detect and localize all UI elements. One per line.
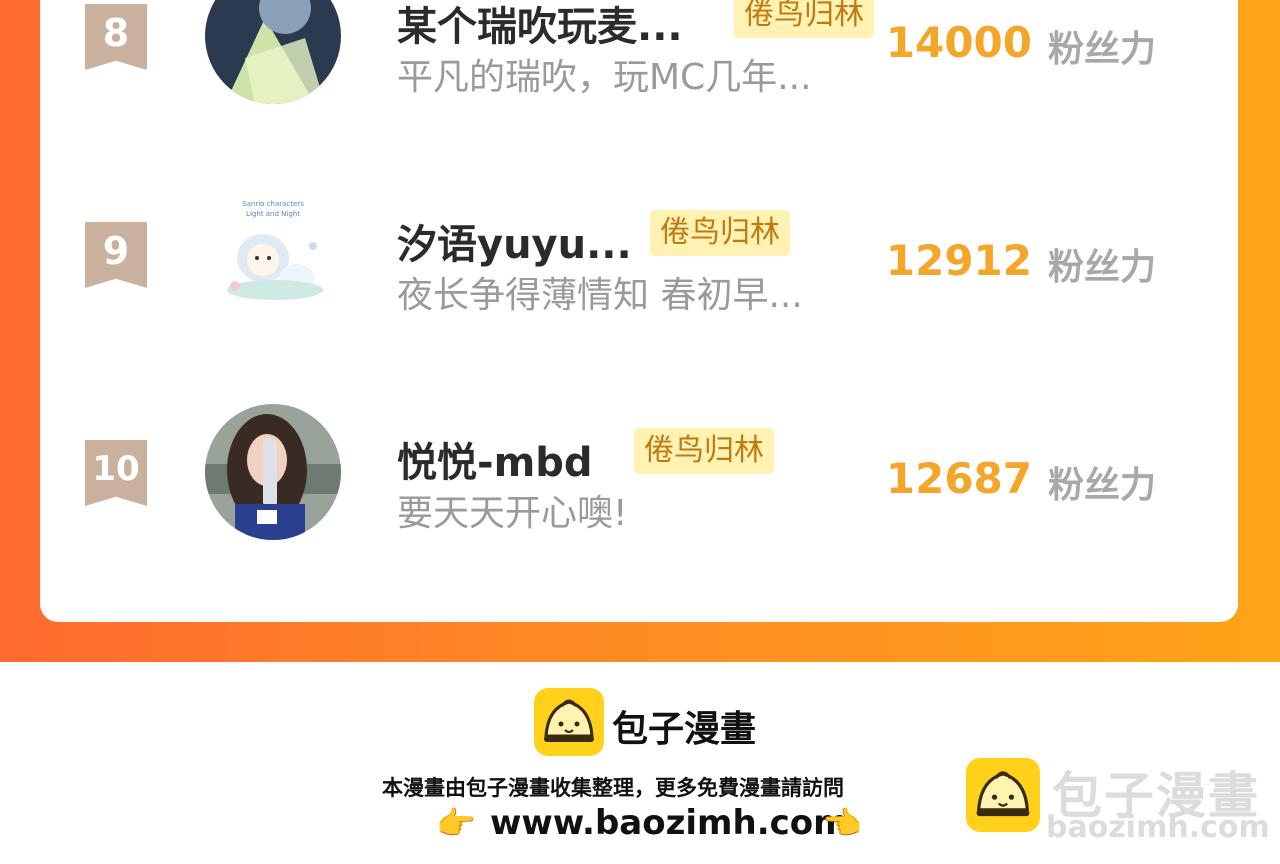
baozi-logo-icon xyxy=(534,688,604,756)
avatar[interactable] xyxy=(205,0,341,104)
fans-count: 12687 xyxy=(885,454,1032,503)
rank-badge: 10 xyxy=(85,440,147,506)
user-bio: 平凡的瑞吹，玩MC几年... xyxy=(397,57,812,98)
watermark-url: baozimh.com xyxy=(1046,810,1270,845)
watermark-logo-icon xyxy=(966,758,1040,832)
brand-name: 包子漫畫 xyxy=(612,709,757,750)
group-tag: 倦鸟归林 xyxy=(634,428,774,474)
svg-text:Light and Night: Light and Night xyxy=(246,210,300,218)
svg-text:Sanrio characters: Sanrio characters xyxy=(242,200,304,208)
avatar-image: Sanrio characters Light and Night xyxy=(205,186,341,322)
list-item[interactable]: 9 Sanrio characters Light and Night 汐语yu… xyxy=(40,186,1238,348)
fans-unit: 粉丝力 xyxy=(1048,465,1157,506)
list-item[interactable]: 8 某个瑞吹玩麦... 倦鸟归林 平凡的瑞吹，玩MC几年... 14000 粉丝… xyxy=(40,0,1238,130)
user-bio: 夜长争得薄情知 春初早... xyxy=(397,275,803,316)
leaderboard-card: 8 某个瑞吹玩麦... 倦鸟归林 平凡的瑞吹，玩MC几年... 14000 粉丝… xyxy=(40,0,1238,622)
user-bio: 要天天开心噢! xyxy=(397,493,628,534)
user-name[interactable]: 某个瑞吹玩麦... xyxy=(397,0,683,52)
avatar-image xyxy=(205,404,341,540)
list-item[interactable]: 10 悦悦-mbd 倦鸟归林 要天天开心噢! 12687 粉丝力 xyxy=(40,404,1238,566)
fans-count: 12912 xyxy=(885,236,1032,285)
fans-unit: 粉丝力 xyxy=(1048,247,1157,288)
fans-count: 14000 xyxy=(885,18,1032,67)
avatar[interactable]: Sanrio characters Light and Night xyxy=(205,186,341,322)
avatar[interactable] xyxy=(205,404,341,540)
hand-right-icon: 👉 xyxy=(436,804,476,842)
group-tag: 倦鸟归林 xyxy=(734,0,874,38)
rank-badge: 9 xyxy=(85,222,147,288)
fans-unit: 粉丝力 xyxy=(1048,29,1157,70)
site-link[interactable]: www.baozimh.com xyxy=(490,803,849,843)
footer-description: 本漫畫由包子漫畫收集整理，更多免費漫畫請訪問 xyxy=(382,776,844,800)
rank-badge: 8 xyxy=(85,4,147,70)
user-name[interactable]: 悦悦-mbd xyxy=(397,430,593,488)
avatar-image xyxy=(205,0,341,104)
hand-left-icon: 👈 xyxy=(822,804,862,842)
group-tag: 倦鸟归林 xyxy=(650,210,790,256)
user-name[interactable]: 汐语yuyu... xyxy=(397,212,632,270)
